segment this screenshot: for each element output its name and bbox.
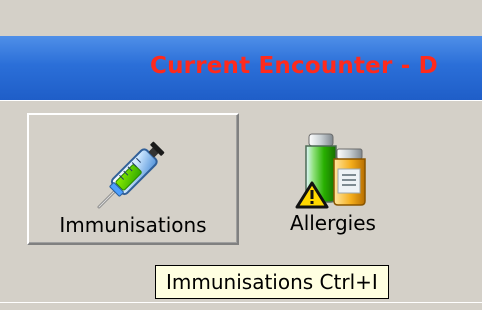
clinical-toolbar: Immunisations Allergies bbox=[0, 100, 482, 255]
medicine-bottles-warning-icon bbox=[295, 133, 366, 209]
allergies-label: Allergies bbox=[290, 211, 376, 235]
application-window: Current Encounter - D Immunisations Alle… bbox=[0, 0, 482, 310]
toolbar-bottom-separator bbox=[0, 302, 482, 303]
encounter-title: Current Encounter - D bbox=[150, 53, 438, 79]
syringe-icon bbox=[97, 141, 165, 209]
encounter-title-bar: Current Encounter - D bbox=[0, 36, 482, 100]
immunisations-button[interactable]: Immunisations bbox=[27, 113, 239, 245]
allergies-button[interactable]: Allergies bbox=[258, 113, 408, 245]
window-top-gap bbox=[0, 0, 482, 36]
immunisations-tooltip: Immunisations Ctrl+I bbox=[155, 265, 389, 299]
immunisations-label: Immunisations bbox=[59, 213, 207, 237]
